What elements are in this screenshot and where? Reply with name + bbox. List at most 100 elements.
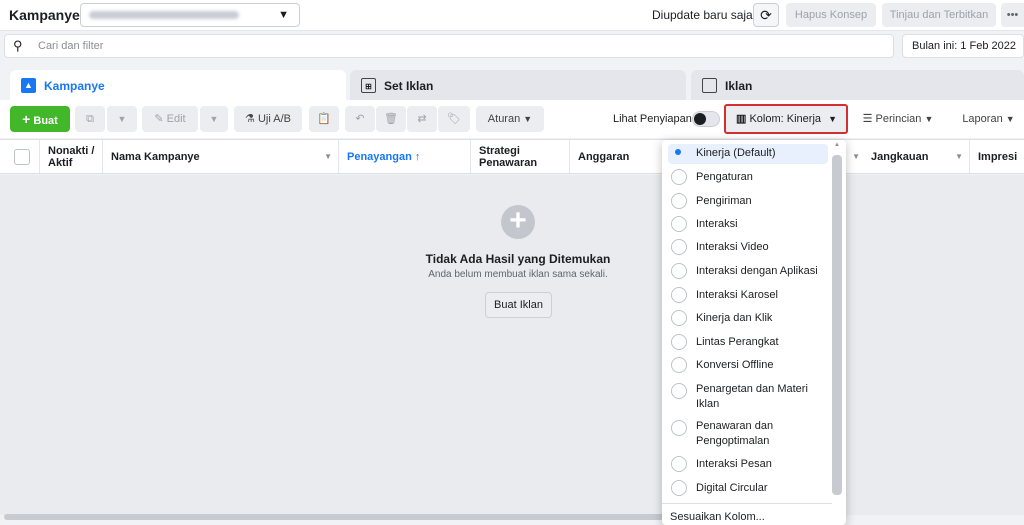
duplicate-dropdown[interactable]: ▼: [107, 106, 137, 132]
ab-test-button[interactable]: ⚗ Uji A/B: [234, 106, 302, 132]
edit-label: Edit: [166, 113, 186, 125]
column-header-reach[interactable]: Jangkauan ▼: [863, 140, 970, 173]
columns-label: Kolom: Kinerja: [749, 113, 822, 125]
folder-icon: ▲: [21, 78, 36, 93]
top-bar: Kampanye ▼ Diupdate baru saja ⟳ Hapus Ko…: [0, 0, 1024, 31]
view-setup-toggle[interactable]: [692, 111, 720, 127]
column-header-name[interactable]: Nama Kampanye ▼: [103, 140, 339, 173]
chevron-down-icon: ▼: [1005, 114, 1015, 124]
select-all-checkbox[interactable]: [14, 148, 30, 165]
breakdown-dropdown[interactable]: ☰ Perincian ▼: [850, 106, 946, 132]
search-placeholder: Cari dan filter: [38, 40, 104, 52]
trash-icon: 🗑: [384, 113, 398, 125]
rules-dropdown[interactable]: Aturan ▼: [476, 106, 544, 132]
tab-iklan[interactable]: Iklan: [691, 70, 1024, 100]
column-header-delivery[interactable]: Penayangan ↑: [339, 140, 471, 173]
reports-dropdown[interactable]: Laporan ▼: [953, 106, 1024, 132]
column-preset-option[interactable]: Interaksi Pesan: [668, 455, 828, 473]
tab-kampanye[interactable]: ▲ Kampanye: [10, 70, 346, 100]
customize-columns-link[interactable]: Sesuaikan Kolom...: [662, 503, 832, 523]
column-preset-label: Penargetan dan Materi Iklan: [696, 383, 808, 410]
account-name-redacted: [89, 11, 239, 19]
tab-set-iklan[interactable]: ⊞ Set Iklan: [350, 70, 686, 100]
toolbar: + Buat ⧉ ▼ ✎ Edit ▼ ⚗ Uji A/B 📋 ↶ 🗑 ⇄ 🏷 …: [0, 100, 1024, 138]
column-preset-label: Lintas Perangkat: [696, 336, 779, 348]
chevron-down-icon: ▼: [924, 114, 934, 124]
breakdown-icon: ☰: [862, 113, 873, 125]
tinjau-terbitkan-button[interactable]: Tinjau dan Terbitkan: [882, 3, 996, 27]
column-preset-option[interactable]: Pengiriman: [668, 192, 828, 210]
grid-icon: ⊞: [361, 78, 376, 93]
sort-icon: ▼: [324, 152, 332, 161]
search-input[interactable]: ⚲ Cari dan filter: [4, 34, 894, 58]
radio-button: [671, 456, 687, 472]
column-preset-option[interactable]: Interaksi dengan Aplikasi: [668, 262, 828, 280]
empty-state-subtitle: Anda belum membuat iklan sama sekali.: [428, 269, 608, 280]
column-preset-option[interactable]: Penargetan dan Materi Iklan: [668, 380, 828, 410]
refresh-icon: ⟳: [760, 7, 772, 23]
view-setup-label: Lihat Penyiapan: [613, 113, 692, 125]
radio-button: [671, 420, 687, 436]
create-ad-button[interactable]: Buat Iklan: [485, 292, 552, 318]
table-header: Nonakti / Aktif Nama Kampanye ▼ Penayanga…: [0, 139, 1024, 174]
more-button[interactable]: •••: [1001, 3, 1024, 27]
add-circle-icon: +: [501, 205, 535, 239]
column-header-sort[interactable]: ▼: [846, 140, 863, 173]
tag-button[interactable]: 🏷: [438, 106, 470, 132]
radio-button: [671, 145, 687, 161]
column-header-toggle[interactable]: Nonakti / Aktif: [40, 140, 103, 173]
date-range-picker[interactable]: Bulan ini: 1 Feb 2022 ▼: [902, 34, 1024, 58]
search-icon: ⚲: [13, 38, 23, 53]
radio-button: [671, 357, 687, 373]
column-preset-option[interactable]: Kinerja dan Klik: [668, 309, 828, 327]
chevron-down-icon: ▼: [209, 114, 219, 124]
clipboard-icon: 📋: [317, 113, 331, 125]
column-preset-label: Interaksi: [696, 218, 738, 230]
delete-button[interactable]: 🗑: [376, 106, 406, 132]
edit-button[interactable]: ✎ Edit: [142, 106, 198, 132]
column-preset-option[interactable]: Interaksi: [668, 215, 828, 233]
column-header-name-label: Nama Kampanye: [111, 150, 200, 163]
column-preset-label: Pengiriman: [696, 195, 752, 207]
preview-button[interactable]: ⇄: [407, 106, 437, 132]
columns-icon: ▥: [736, 113, 747, 125]
duplicate-button[interactable]: ⧉: [75, 106, 105, 132]
column-preset-option[interactable]: Penawaran dan Pengoptimalan: [668, 417, 828, 447]
column-preset-option[interactable]: Lintas Perangkat: [668, 333, 828, 351]
breakdown-label: Perincian: [875, 113, 922, 125]
toggle-knob: [694, 113, 706, 125]
menu-scrollbar[interactable]: [832, 155, 842, 495]
account-selector[interactable]: ▼: [80, 3, 300, 27]
sort-icon: ▼: [852, 152, 860, 161]
plus-icon: +: [22, 111, 31, 127]
flask-icon: ⚗: [245, 113, 255, 125]
column-preset-option[interactable]: Interaksi Video: [668, 238, 828, 256]
undo-button[interactable]: ↶: [345, 106, 375, 132]
columns-dropdown[interactable]: ▥ Kolom: Kinerja ▼: [724, 104, 848, 134]
scroll-up-icon: ▲: [834, 142, 840, 148]
column-header-impressions[interactable]: Impresi: [970, 140, 1024, 173]
horizontal-scrollbar[interactable]: [4, 514, 668, 520]
column-header-budget[interactable]: Anggaran: [570, 140, 665, 173]
columns-menu: Kinerja (Default) Pengaturan Pengiriman Int…: [662, 140, 846, 525]
edit-dropdown[interactable]: ▼: [200, 106, 228, 132]
radio-button: [671, 216, 687, 232]
hapus-konsep-button[interactable]: Hapus Konsep: [786, 3, 876, 27]
update-status: Diupdate baru saja: [652, 8, 753, 22]
column-preset-option[interactable]: Konversi Offline: [668, 356, 828, 374]
chevron-down-icon: ▼: [523, 114, 533, 124]
radio-button: [671, 287, 687, 303]
column-preset-option[interactable]: Interaksi Karosel: [668, 286, 828, 304]
empty-state-title: Tidak Ada Hasil yang Ditemukan: [425, 252, 611, 266]
column-preset-option[interactable]: Kinerja (Default): [668, 144, 828, 164]
column-preset-label: Interaksi Video: [696, 241, 769, 253]
column-preset-option[interactable]: Pengaturan: [668, 168, 828, 186]
radio-button: [671, 169, 687, 185]
column-preset-label: Interaksi Pesan: [696, 458, 772, 470]
column-header-bid-strategy[interactable]: Strategi Penawaran: [471, 140, 570, 173]
select-all-cell: [0, 140, 40, 173]
refresh-button[interactable]: ⟳: [753, 3, 779, 27]
create-button[interactable]: + Buat: [10, 106, 70, 132]
column-preset-option[interactable]: Digital Circular: [668, 479, 828, 497]
clipboard-button[interactable]: 📋: [309, 106, 339, 132]
